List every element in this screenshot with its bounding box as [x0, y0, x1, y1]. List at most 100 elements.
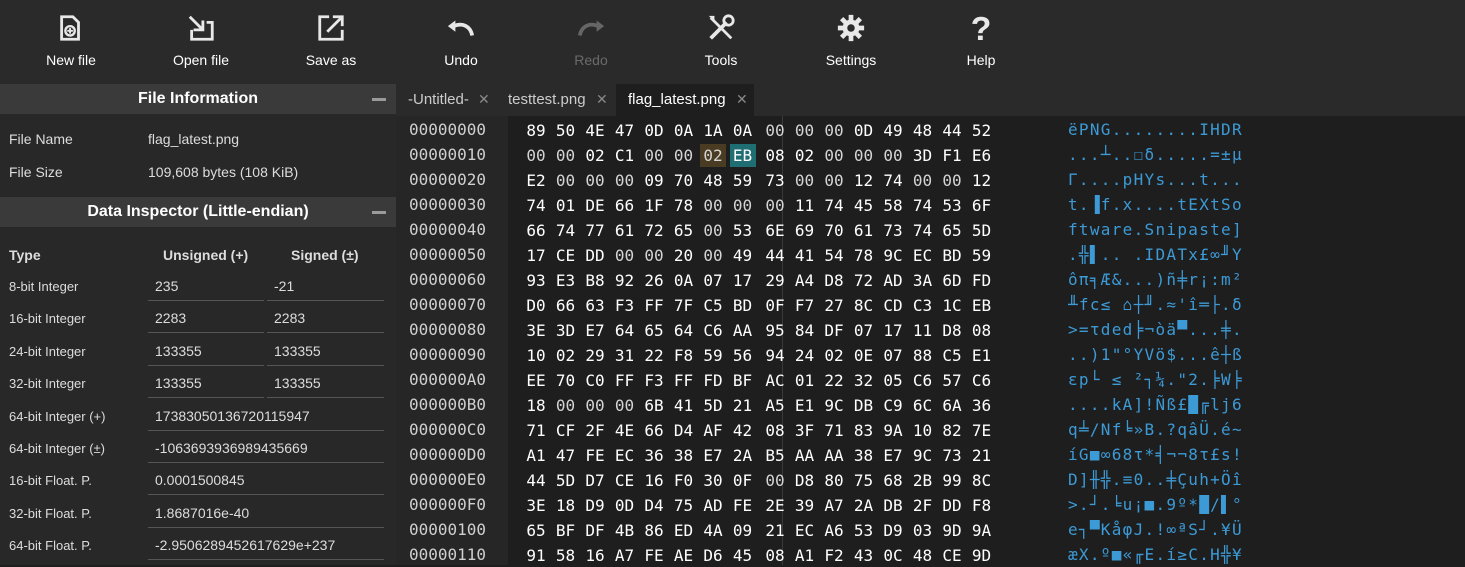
hex-byte[interactable]: 44	[523, 469, 549, 492]
hex-byte[interactable]: 3D	[553, 319, 579, 342]
hex-byte[interactable]: 26	[641, 269, 667, 292]
hex-byte[interactable]: 00	[553, 144, 579, 167]
hex-byte[interactable]: FE	[641, 544, 667, 567]
di-value-field[interactable]: 0.0001500845	[148, 467, 384, 496]
hex-byte[interactable]: 00	[641, 144, 667, 167]
hex-byte[interactable]: 0F	[762, 294, 788, 317]
hex-byte[interactable]: 58	[880, 194, 906, 217]
hex-byte[interactable]: FF	[671, 369, 697, 392]
hex-byte[interactable]: 5D	[553, 469, 579, 492]
hex-byte[interactable]: 72	[851, 269, 877, 292]
hex-byte[interactable]: 00	[821, 119, 847, 142]
di-signed-field[interactable]: 133355	[267, 338, 384, 366]
hex-byte[interactable]: C5	[700, 294, 726, 317]
hex-byte[interactable]: A5	[762, 394, 788, 417]
hex-byte[interactable]: 84	[792, 319, 818, 342]
hex-byte[interactable]: D9	[582, 494, 608, 517]
hex-byte[interactable]: 0F	[730, 469, 756, 492]
hex-byte[interactable]: CD	[880, 294, 906, 317]
hex-byte[interactable]: C9	[880, 394, 906, 417]
hex-byte[interactable]: BF	[553, 519, 579, 542]
hex-byte[interactable]: 17	[523, 244, 549, 267]
hex-byte[interactable]: 88	[910, 344, 936, 367]
hex-byte[interactable]: F2	[821, 544, 847, 567]
hex-byte[interactable]: 3E	[523, 319, 549, 342]
hex-byte[interactable]: A6	[821, 519, 847, 542]
tab-flag-latest-png[interactable]: flag_latest.png ✕	[616, 84, 754, 116]
hex-byte[interactable]: 53	[851, 519, 877, 542]
hex-byte[interactable]: 64	[671, 319, 697, 342]
hex-byte[interactable]: 44	[939, 119, 965, 142]
close-icon[interactable]: ✕	[596, 91, 608, 108]
hex-byte[interactable]: F1	[939, 144, 965, 167]
hex-byte[interactable]: EE	[523, 369, 549, 392]
hex-byte[interactable]: DD	[939, 494, 965, 517]
hex-byte[interactable]: 05	[880, 369, 906, 392]
hex-byte[interactable]: 74	[910, 219, 936, 242]
hex-byte[interactable]: 2F	[910, 494, 936, 517]
hex-byte[interactable]: 4E	[582, 119, 608, 142]
hex-byte[interactable]: 53	[730, 219, 756, 242]
hex-byte[interactable]: 9A	[969, 519, 995, 542]
ascii-text[interactable]: ôπ╕Æ&...)ñ╪r¡:m²	[1068, 270, 1243, 289]
redo-button[interactable]: Redo	[536, 0, 646, 84]
hex-byte[interactable]: 0C	[880, 544, 906, 567]
hex-byte[interactable]: 65	[939, 219, 965, 242]
hex-byte[interactable]: C3	[910, 294, 936, 317]
hex-byte[interactable]: 10	[523, 344, 549, 367]
hex-byte[interactable]: 00	[612, 244, 638, 267]
hex-byte[interactable]: 21	[762, 519, 788, 542]
di-unsigned-field[interactable]: 2283	[148, 305, 264, 334]
hex-byte[interactable]: 11	[910, 319, 936, 342]
hex-byte[interactable]: 45	[730, 544, 756, 567]
hex-byte[interactable]: 83	[851, 419, 877, 442]
hex-byte[interactable]: D7	[582, 469, 608, 492]
hex-byte[interactable]: F8	[969, 494, 995, 517]
hex-byte[interactable]: DE	[582, 194, 608, 217]
hex-byte[interactable]: 75	[851, 469, 877, 492]
hex-byte[interactable]: E7	[880, 444, 906, 467]
hex-byte[interactable]: 00	[612, 169, 638, 192]
hex-byte[interactable]: DF	[821, 319, 847, 342]
hex-byte[interactable]: EB	[969, 294, 995, 317]
hex-byte[interactable]: 74	[523, 194, 549, 217]
hex-byte[interactable]: 47	[553, 444, 579, 467]
hex-byte[interactable]: 09	[641, 169, 667, 192]
hex-byte[interactable]: DD	[582, 244, 608, 267]
hex-byte[interactable]: 5D	[700, 394, 726, 417]
hex-byte[interactable]: 00	[851, 144, 877, 167]
ascii-text[interactable]: .╬▌.. .IDATx£∞╜Y	[1068, 245, 1243, 264]
hex-byte[interactable]: 18	[523, 394, 549, 417]
hex-byte[interactable]: AE	[671, 544, 697, 567]
hex-byte[interactable]: 00	[700, 194, 726, 217]
hex-byte[interactable]: 71	[523, 419, 549, 442]
tab-untitled[interactable]: -Untitled- ✕	[396, 84, 496, 116]
hex-byte[interactable]: 72	[641, 219, 667, 242]
open-file-button[interactable]: Open file	[146, 0, 256, 84]
hex-byte[interactable]: 9C	[821, 394, 847, 417]
hex-byte[interactable]: 78	[671, 194, 697, 217]
hex-byte[interactable]: 73	[880, 219, 906, 242]
hex-byte[interactable]: 2A	[730, 444, 756, 467]
hex-byte[interactable]: 1A	[700, 119, 726, 142]
hex-byte[interactable]: 68	[880, 469, 906, 492]
hex-byte[interactable]: 1C	[939, 294, 965, 317]
hex-byte[interactable]: 08	[762, 419, 788, 442]
ascii-text[interactable]: ëPNG........IHDR	[1068, 120, 1243, 139]
hex-byte[interactable]: AA	[792, 444, 818, 467]
hex-byte[interactable]: 00	[523, 144, 549, 167]
hex-byte[interactable]: 59	[700, 344, 726, 367]
hex-byte[interactable]: 0D	[612, 494, 638, 517]
hex-byte[interactable]: 03	[910, 519, 936, 542]
hex-byte[interactable]: EC	[612, 444, 638, 467]
hex-byte[interactable]: 74	[880, 169, 906, 192]
hex-byte[interactable]: 39	[792, 494, 818, 517]
hex-byte[interactable]: E2	[523, 169, 549, 192]
hex-byte[interactable]: 02	[582, 144, 608, 167]
ascii-text[interactable]: ftware.Snipaste]	[1068, 220, 1243, 239]
hex-byte[interactable]: 73	[762, 169, 788, 192]
hex-byte[interactable]: F7	[792, 294, 818, 317]
di-signed-field[interactable]: 2283	[267, 305, 384, 334]
hex-byte[interactable]: B8	[582, 269, 608, 292]
hex-byte[interactable]: 0D	[851, 119, 877, 142]
